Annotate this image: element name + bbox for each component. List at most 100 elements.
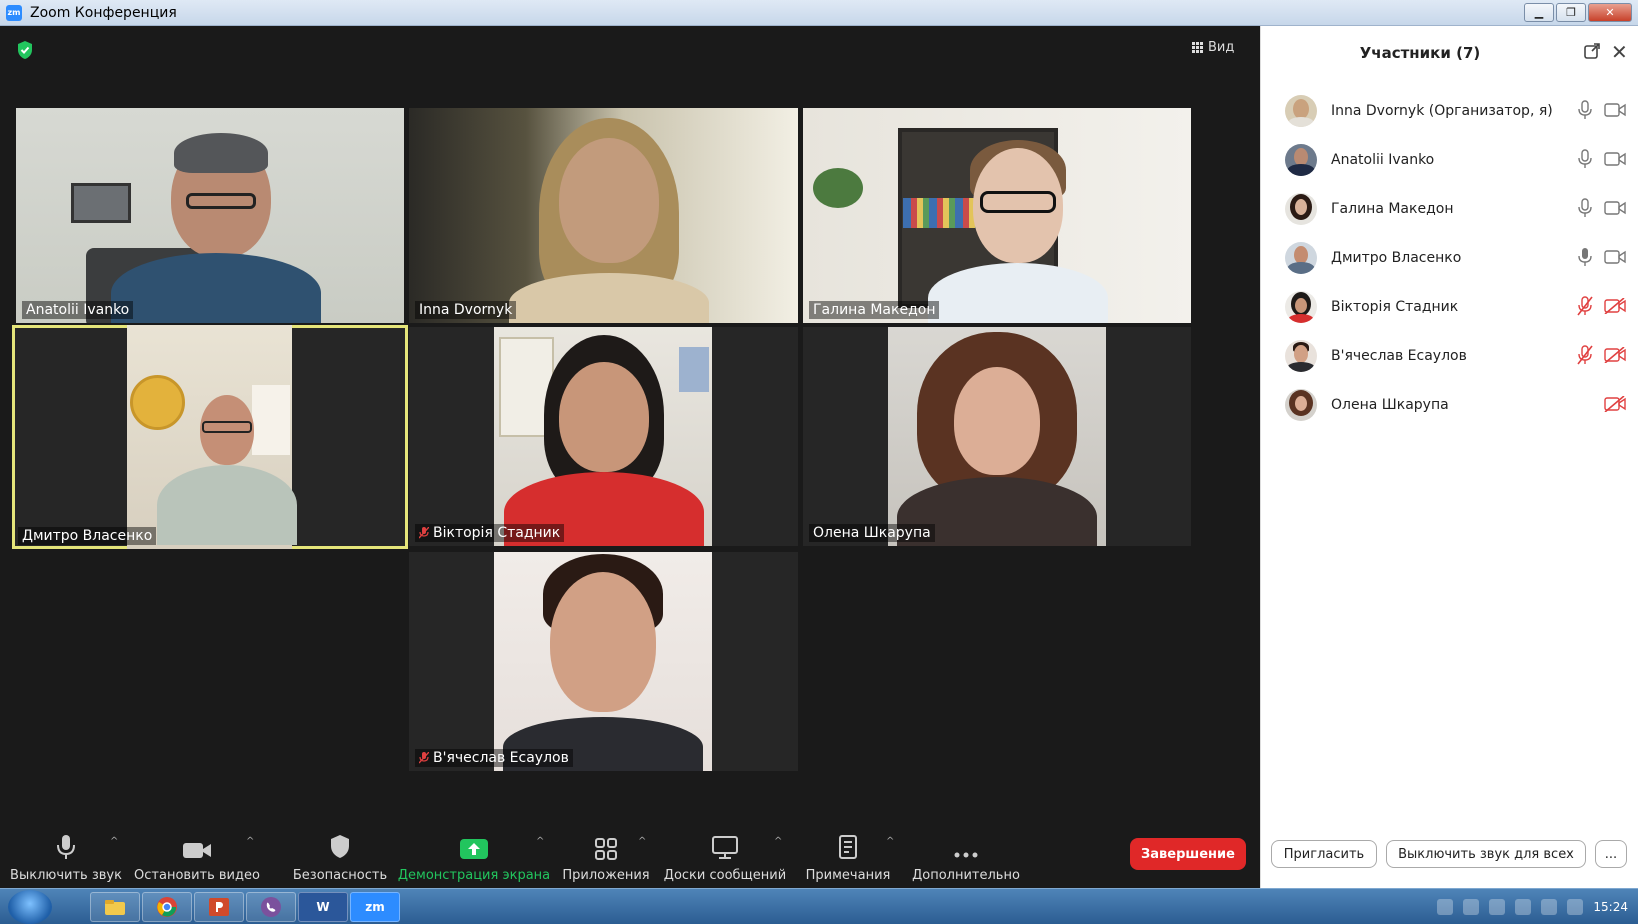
end-meeting-button[interactable]: Завершение [1130,838,1246,870]
more-icon [954,852,978,858]
avatar [1285,388,1317,421]
chevron-up-icon[interactable]: ^ [774,836,782,847]
viber-icon[interactable] [246,892,296,922]
minimize-button[interactable]: ▁ [1524,3,1554,22]
tile-name: Галина Македон [809,301,940,319]
security-button[interactable]: Безопасность [290,826,390,888]
tile-name: Дмитро Власенко [18,527,157,545]
participant-row[interactable]: Anatolii Ivanko [1261,135,1638,184]
video-tile[interactable]: Inna Dvornyk [409,108,798,323]
popout-icon[interactable] [1583,42,1601,60]
window-title: Zoom Конференция [30,4,177,21]
word-icon[interactable]: W [298,892,348,922]
avatar [1285,241,1317,274]
view-button[interactable]: Вид [1192,40,1234,55]
camera-off-icon[interactable] [1604,347,1626,363]
camera-icon[interactable] [1604,200,1626,216]
notes-icon [839,835,857,859]
clock[interactable]: 15:24 [1593,900,1628,914]
title-bar: zm Zoom Конференция ▁ ❐ ✕ [0,0,1638,26]
whiteboard-button[interactable]: Доски сообщений [662,826,788,888]
tile-name: Олена Шкарупа [809,524,935,542]
close-icon[interactable]: ✕ [1611,40,1628,64]
microphone-active-icon[interactable] [1577,247,1593,267]
zoom-icon[interactable]: zm [350,892,400,922]
microphone-icon[interactable] [1577,100,1593,120]
panel-footer: Пригласить Выключить звук для всех ... [1261,832,1638,872]
notes-button[interactable]: Примечания [800,826,896,888]
powerpoint-icon[interactable] [194,892,244,922]
participant-row[interactable]: Дмитро Власенко [1261,233,1638,282]
meeting-toolbar: Выключить звук ^ Остановить видео ^ Безо… [0,826,1260,888]
volume-icon[interactable] [1515,899,1532,915]
camera-off-icon[interactable] [1604,298,1626,314]
camera-icon[interactable] [1604,102,1626,118]
viber-tray-icon[interactable] [1489,899,1506,915]
mic-muted-icon [419,527,429,539]
mute-all-button[interactable]: Выключить звук для всех [1386,840,1586,868]
participant-row[interactable]: Галина Македон [1261,184,1638,233]
camera-icon [183,843,211,858]
zoom-tray-icon[interactable] [1437,899,1454,915]
mic-muted-icon [419,752,429,764]
participant-row[interactable]: Вікторія Стадник [1261,282,1638,331]
panel-title: Участники (7) [1359,44,1481,62]
participant-row[interactable]: В'ячеслав Есаулов [1261,331,1638,380]
avatar [1285,94,1317,127]
video-tile-active-speaker[interactable]: Дмитро Власенко [12,325,408,549]
network-icon[interactable] [1541,899,1558,915]
mute-button[interactable]: Выключить звук [8,826,124,888]
stop-video-button[interactable]: Остановить видео [134,826,260,888]
chevron-up-icon[interactable]: ^ [110,836,118,847]
tile-name: В'ячеслав Есаулов [415,749,573,767]
close-button[interactable]: ✕ [1588,3,1632,22]
system-tray: 15:24 [1308,889,1638,924]
microphone-icon[interactable] [1577,198,1593,218]
microphone-icon[interactable] [1577,149,1593,169]
shield-icon[interactable] [16,40,34,60]
explorer-icon[interactable] [90,892,140,922]
apps-icon [595,838,617,860]
camera-icon[interactable] [1604,151,1626,167]
video-tile[interactable]: Anatolii Ivanko [16,108,404,323]
chevron-up-icon[interactable]: ^ [638,836,646,847]
invite-button[interactable]: Пригласить [1271,840,1377,868]
antivirus-tray-icon[interactable] [1463,899,1480,915]
tile-name: Anatolii Ivanko [22,301,134,319]
chevron-up-icon[interactable]: ^ [536,836,544,847]
grid-icon [1192,42,1203,53]
video-tile[interactable]: Галина Македон [803,108,1191,323]
chevron-up-icon[interactable]: ^ [886,836,894,847]
participant-row[interactable]: Олена Шкарупа [1261,380,1638,429]
participants-list: Inna Dvornyk (Организатор, я) Anatolii I… [1261,86,1638,429]
windows-taskbar: W zm 15:24 [0,888,1638,924]
video-tile[interactable]: В'ячеслав Есаулов [409,552,798,771]
avatar [1285,192,1317,225]
whiteboard-icon [712,836,738,859]
video-gallery: Вид Anatolii Ivanko Inna Dvornyk Галина … [0,26,1260,826]
chrome-icon[interactable] [142,892,192,922]
view-label: Вид [1208,40,1235,55]
video-tile[interactable]: Вікторія Стадник [409,327,798,546]
more-options-button[interactable]: ... [1595,840,1627,868]
shield-icon [331,835,349,858]
avatar [1285,290,1317,323]
avatar [1285,339,1317,372]
flag-icon[interactable] [1567,899,1584,915]
video-tile[interactable]: Олена Шкарупа [803,327,1191,546]
chevron-up-icon[interactable]: ^ [246,836,254,847]
camera-icon[interactable] [1604,249,1626,265]
maximize-button[interactable]: ❐ [1556,3,1586,22]
microphone-muted-icon[interactable] [1577,296,1593,316]
microphone-muted-icon[interactable] [1577,345,1593,365]
share-screen-button[interactable]: Демонстрация экрана [398,826,550,888]
tile-name: Вікторія Стадник [415,524,565,542]
share-screen-icon [460,839,488,859]
more-button[interactable]: Дополнительно [910,826,1022,888]
camera-off-icon[interactable] [1604,396,1626,412]
tile-name: Inna Dvornyk [415,301,517,319]
participants-panel: Участники (7) ✕ Inna Dvornyk (Организато… [1260,26,1638,888]
start-button[interactable] [8,890,52,924]
zoom-logo-icon: zm [6,4,22,21]
participant-row[interactable]: Inna Dvornyk (Организатор, я) [1261,86,1638,135]
